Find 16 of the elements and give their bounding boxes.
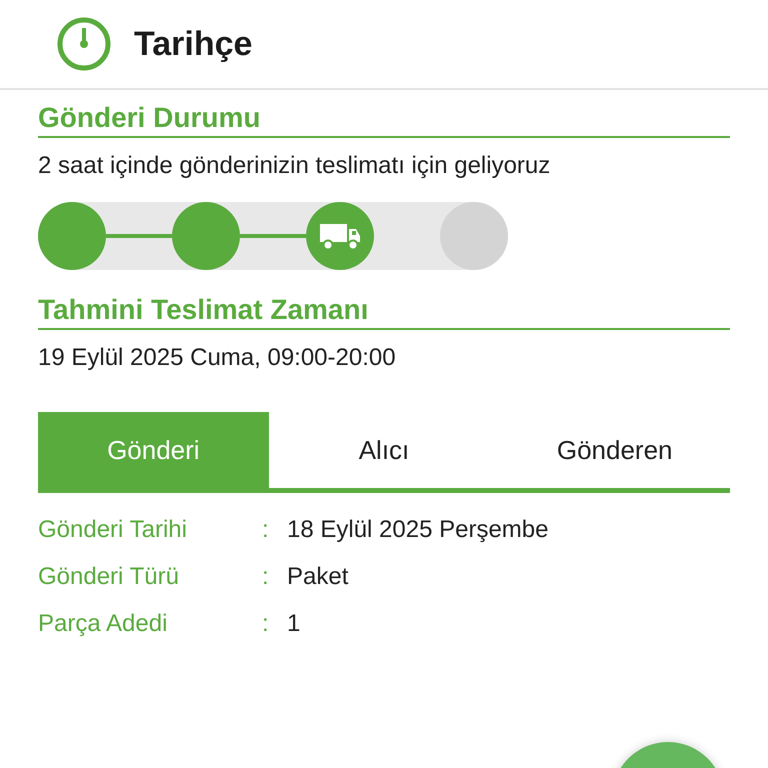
detail-separator: :	[262, 562, 270, 592]
detail-label: Parça Adedi	[38, 609, 168, 639]
delivery-time: 19 Eylül 2025 Cuma, 09:00-20:00	[38, 344, 397, 372]
page-title: Tarihçe	[134, 24, 252, 64]
detail-value: 1	[287, 609, 302, 639]
detail-separator: :	[262, 609, 270, 639]
truck-icon	[318, 221, 362, 251]
detail-label: Gönderi Türü	[38, 562, 180, 592]
status-message: 2 saat içinde gönderinizin teslimatı için geliyoruz	[38, 152, 552, 180]
section-title: Tahmini Teslimat Zamanı	[38, 294, 730, 330]
detail-separator: :	[262, 515, 270, 545]
clock-icon	[56, 16, 112, 72]
section-title: Gönderi Durumu	[38, 102, 730, 138]
detail-value: Paket	[287, 562, 350, 592]
detail-label: Gönderi Tarihi	[38, 515, 188, 545]
detail-value: 18 Eylül 2025 Perşembe	[287, 515, 550, 545]
